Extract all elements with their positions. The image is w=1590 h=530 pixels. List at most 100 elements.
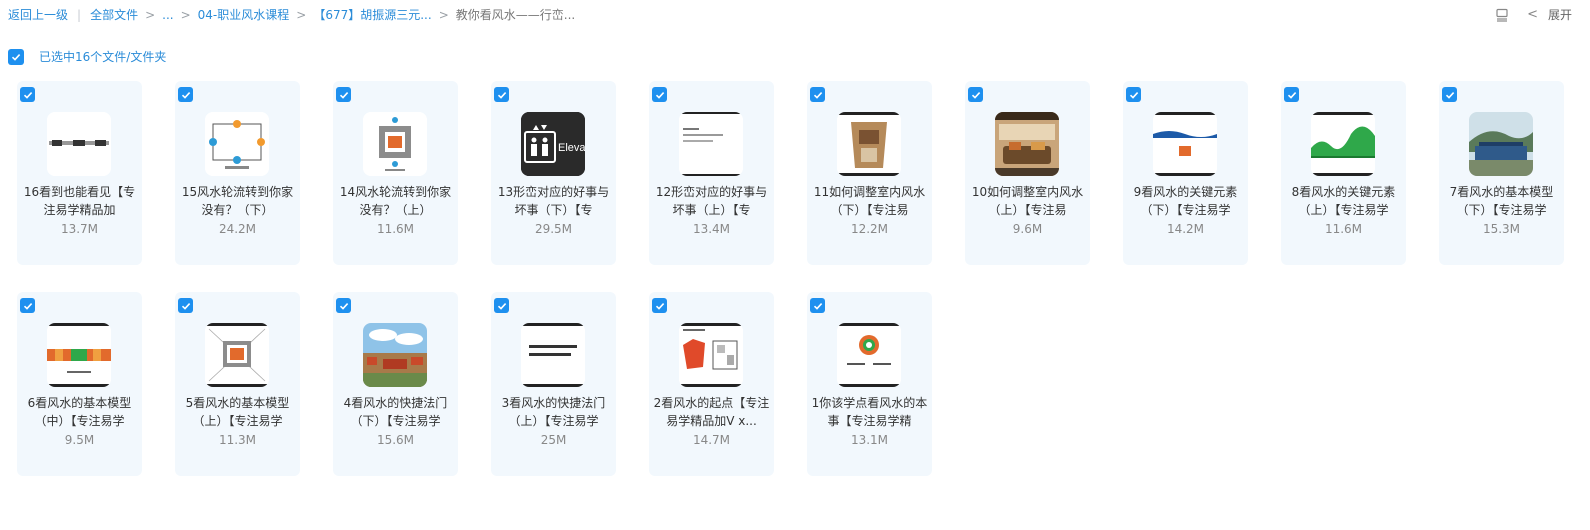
file-name: 1你该学点看风水的本事【专注易学精: [811, 396, 928, 428]
breadcrumb-separator: >: [296, 7, 307, 22]
svg-text:Elevat: Elevat: [558, 142, 585, 154]
file-checkbox[interactable]: [336, 87, 351, 102]
check-icon: [655, 91, 664, 99]
file-grid: 16看到也能看见【专注易学精品加 13.7M 15风水轮流转到你家没有？（下） …: [17, 81, 1564, 476]
breadcrumb-folder-677[interactable]: 【677】胡振源三元...: [313, 6, 431, 23]
check-icon: [1129, 91, 1138, 99]
file-card[interactable]: 16看到也能看见【专注易学精品加 13.7M: [17, 81, 142, 265]
breadcrumb-divider: |: [77, 7, 82, 22]
expand-button[interactable]: 展开: [1548, 6, 1572, 23]
file-name: 9看风水的关键元素（下）【专注易学: [1133, 185, 1238, 217]
back-link[interactable]: 返回上一级: [8, 6, 68, 23]
breadcrumb: 返回上一级 | 全部文件 > ... > 04-职业风水课程 > 【677】胡振…: [8, 6, 575, 23]
file-size: 15.6M: [376, 433, 415, 447]
check-icon: [181, 302, 190, 310]
file-card[interactable]: 14风水轮流转到你家没有？（上） 11.6M: [333, 81, 458, 265]
check-icon: [1287, 91, 1296, 99]
breadcrumb-folder-career-fengshui[interactable]: 04-职业风水课程: [198, 6, 290, 23]
file-name: 6看风水的基本模型（中）【专注易学: [27, 396, 132, 428]
file-card[interactable]: 11如何调整室内风水（下）【专注易 12.2M: [807, 81, 932, 265]
video-thumbnail: [363, 323, 427, 387]
file-card[interactable]: 9看风水的关键元素（下）【专注易学 14.2M: [1123, 81, 1248, 265]
file-checkbox[interactable]: [810, 298, 825, 313]
file-size: 14.7M: [692, 433, 731, 447]
file-card[interactable]: 12形峦对应的好事与坏事（上）【专 13.4M: [649, 81, 774, 265]
breadcrumb-all-files[interactable]: 全部文件: [90, 6, 138, 23]
file-size: 15.3M: [1482, 222, 1521, 236]
file-card[interactable]: 10如何调整室内风水（上）【专注易 9.6M: [965, 81, 1090, 265]
file-name: 7看风水的基本模型（下）【专注易学: [1449, 185, 1554, 217]
video-thumbnail: [47, 323, 111, 387]
file-size: 11.3M: [218, 433, 257, 447]
file-card[interactable]: 1你该学点看风水的本事【专注易学精 13.1M: [807, 292, 932, 476]
file-checkbox[interactable]: [1126, 87, 1141, 102]
file-card[interactable]: 5看风水的基本模型（上）【专注易学 11.3M: [175, 292, 300, 476]
file-name: 11如何调整室内风水（下）【专注易: [813, 185, 926, 217]
check-icon: [339, 302, 348, 310]
file-card[interactable]: 7看风水的基本模型（下）【专注易学 15.3M: [1439, 81, 1564, 265]
file-card[interactable]: 6看风水的基本模型（中）【专注易学 9.5M: [17, 292, 142, 476]
file-size: 24.2M: [218, 222, 257, 236]
selection-bar: 已选中16个文件/文件夹: [8, 48, 166, 65]
file-card[interactable]: 8看风水的关键元素（上）【专注易学 11.6M: [1281, 81, 1406, 265]
breadcrumb-separator: >: [438, 7, 449, 22]
video-thumbnail: [1311, 112, 1375, 176]
file-checkbox[interactable]: [20, 87, 35, 102]
file-name: 4看风水的快捷法门（下）【专注易学: [343, 396, 448, 428]
file-checkbox[interactable]: [968, 87, 983, 102]
file-checkbox[interactable]: [652, 298, 667, 313]
video-thumbnail: [679, 323, 743, 387]
file-size: 13.4M: [692, 222, 731, 236]
file-checkbox[interactable]: [336, 298, 351, 313]
file-name: 3看风水的快捷法门（上）【专注易学: [501, 396, 606, 428]
file-name: 12形峦对应的好事与坏事（上）【专: [655, 185, 768, 217]
check-icon: [497, 302, 506, 310]
file-checkbox[interactable]: [494, 298, 509, 313]
check-icon: [11, 53, 21, 61]
file-card[interactable]: 4看风水的快捷法门（下）【专注易学 15.6M: [333, 292, 458, 476]
file-name: 14风水轮流转到你家没有？（上）: [339, 185, 452, 217]
select-all-checkbox[interactable]: [8, 48, 24, 65]
file-name: 16看到也能看见【专注易学精品加: [23, 185, 136, 217]
video-thumbnail: [995, 112, 1059, 176]
top-bar: 返回上一级 | 全部文件 > ... > 04-职业风水课程 > 【677】胡振…: [0, 0, 1590, 30]
file-checkbox[interactable]: [652, 87, 667, 102]
file-size: 11.6M: [1324, 222, 1363, 236]
check-icon: [813, 91, 822, 99]
check-icon: [497, 91, 506, 99]
file-checkbox[interactable]: [1284, 87, 1299, 102]
file-checkbox[interactable]: [178, 298, 193, 313]
file-size: 13.7M: [60, 222, 99, 236]
file-card[interactable]: Elevat 13形峦对应的好事与坏事（下）【专 29.5M: [491, 81, 616, 265]
file-size: 12.2M: [850, 222, 889, 236]
file-card[interactable]: 2看风水的起点【专注易学精品加V x... 14.7M: [649, 292, 774, 476]
file-size: 25M: [540, 433, 567, 447]
file-name: 8看风水的关键元素（上）【专注易学: [1291, 185, 1396, 217]
file-size: 9.6M: [1012, 222, 1043, 236]
video-thumbnail: [837, 323, 901, 387]
check-icon: [1445, 91, 1454, 99]
video-thumbnail: [521, 323, 585, 387]
video-thumbnail: [47, 112, 111, 176]
file-name: 5看风水的基本模型（上）【专注易学: [185, 396, 290, 428]
file-name: 15风水轮流转到你家没有？（下）: [181, 185, 294, 217]
video-thumbnail: [205, 112, 269, 176]
file-checkbox[interactable]: [20, 298, 35, 313]
breadcrumb-ellipsis[interactable]: ...: [162, 8, 173, 22]
breadcrumb-separator: >: [180, 7, 191, 22]
video-thumbnail: [1469, 112, 1533, 176]
breadcrumb-current-folder: 教你看风水——行峦...: [455, 8, 576, 22]
file-name: 2看风水的起点【专注易学精品加V x...: [653, 396, 770, 428]
file-card[interactable]: 3看风水的快捷法门（上）【专注易学 25M: [491, 292, 616, 476]
check-icon: [23, 302, 32, 310]
file-card[interactable]: 15风水轮流转到你家没有？（下） 24.2M: [175, 81, 300, 265]
list-layout-icon[interactable]: [1495, 8, 1509, 22]
file-checkbox[interactable]: [494, 87, 509, 102]
file-checkbox[interactable]: [178, 87, 193, 102]
file-checkbox[interactable]: [1442, 87, 1457, 102]
file-size: 29.5M: [534, 222, 573, 236]
file-name: 13形峦对应的好事与坏事（下）【专: [497, 185, 610, 217]
file-checkbox[interactable]: [810, 87, 825, 102]
selection-count: 已选中16个文件/文件夹: [39, 50, 167, 64]
chevron-left-icon[interactable]: <: [1527, 7, 1538, 22]
